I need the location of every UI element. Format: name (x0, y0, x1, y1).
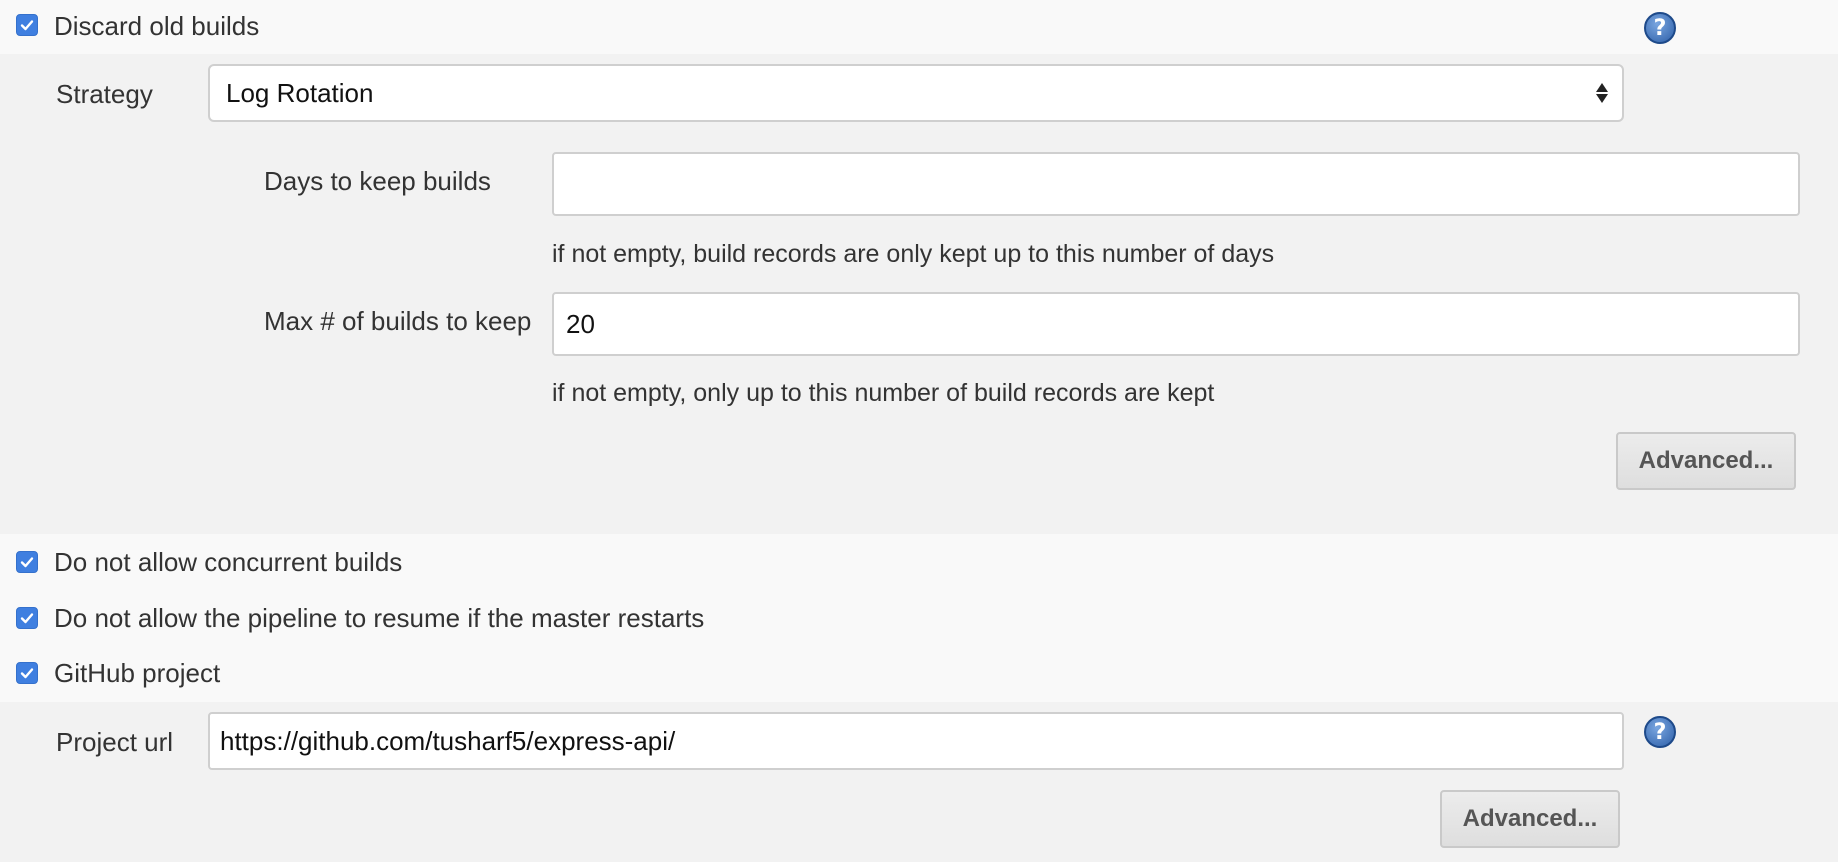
project-url-label: Project url (56, 727, 174, 757)
checkmark-icon (20, 557, 34, 568)
select-arrows-icon (1596, 83, 1608, 103)
days-to-keep-input[interactable] (552, 152, 1800, 216)
strategy-label: Strategy (56, 79, 153, 109)
pipeline-resume-checkbox[interactable] (16, 607, 38, 629)
days-to-keep-label: Days to keep builds (264, 166, 491, 196)
concurrent-builds-label: Do not allow concurrent builds (54, 547, 403, 577)
github-project-checkbox[interactable] (16, 662, 38, 684)
github-project-label: GitHub project (54, 658, 221, 688)
checkmark-icon (20, 668, 34, 679)
checkmark-icon (20, 20, 34, 31)
discard-old-builds-checkbox[interactable] (16, 14, 38, 36)
days-to-keep-hint: if not empty, build records are only kep… (552, 240, 1275, 268)
help-icon[interactable]: ? (1644, 716, 1676, 748)
advanced-button[interactable]: Advanced... (1616, 432, 1796, 490)
discard-old-builds-row (0, 0, 1838, 54)
max-builds-input[interactable] (552, 292, 1800, 356)
strategy-select[interactable]: Log Rotation (208, 64, 1624, 122)
checkmark-icon (20, 613, 34, 624)
github-advanced-button[interactable]: Advanced... (1440, 790, 1620, 848)
pipeline-resume-label: Do not allow the pipeline to resume if t… (54, 603, 705, 633)
max-builds-label: Max # of builds to keep (264, 306, 532, 336)
max-builds-hint: if not empty, only up to this number of … (552, 379, 1215, 407)
discard-old-builds-label: Discard old builds (54, 11, 260, 41)
help-icon[interactable]: ? (1644, 12, 1676, 44)
strategy-selected-value: Log Rotation (226, 77, 374, 108)
project-url-input[interactable] (208, 712, 1624, 770)
concurrent-builds-checkbox[interactable] (16, 551, 38, 573)
